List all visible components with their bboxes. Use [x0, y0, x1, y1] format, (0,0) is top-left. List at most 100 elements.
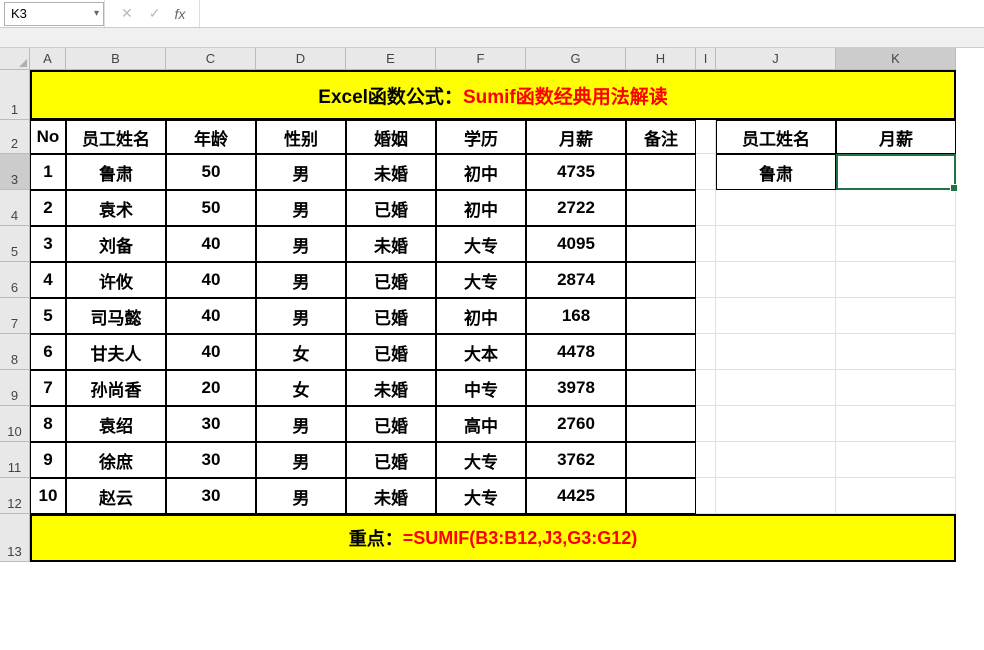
header-gender[interactable]: 性别 — [256, 120, 346, 154]
cell-I10[interactable] — [696, 406, 716, 442]
cell-remark[interactable] — [626, 298, 696, 334]
cell-K8[interactable] — [836, 334, 956, 370]
fx-icon[interactable]: fx — [168, 6, 191, 22]
cell-gender[interactable]: 男 — [256, 298, 346, 334]
cell-salary[interactable]: 3762 — [526, 442, 626, 478]
formula-input[interactable] — [199, 0, 984, 27]
cell-marriage[interactable]: 已婚 — [346, 442, 436, 478]
cell-age[interactable]: 50 — [166, 154, 256, 190]
name-box[interactable]: K3 ▾ — [4, 2, 104, 26]
cell-marriage[interactable]: 未婚 — [346, 370, 436, 406]
cell-education[interactable]: 初中 — [436, 298, 526, 334]
cell-I6[interactable] — [696, 262, 716, 298]
row-header-1[interactable]: 1 — [0, 70, 30, 120]
row-header-10[interactable]: 10 — [0, 406, 30, 442]
col-header-H[interactable]: H — [626, 48, 696, 70]
row-header-9[interactable]: 9 — [0, 370, 30, 406]
cell-J12[interactable] — [716, 478, 836, 514]
cell-age[interactable]: 40 — [166, 298, 256, 334]
cell-salary[interactable]: 2760 — [526, 406, 626, 442]
header-marriage[interactable]: 婚姻 — [346, 120, 436, 154]
col-header-D[interactable]: D — [256, 48, 346, 70]
cell-name[interactable]: 司马懿 — [66, 298, 166, 334]
col-header-C[interactable]: C — [166, 48, 256, 70]
cell-salary[interactable]: 4735 — [526, 154, 626, 190]
cell-education[interactable]: 初中 — [436, 190, 526, 226]
cell-J7[interactable] — [716, 298, 836, 334]
cell-J10[interactable] — [716, 406, 836, 442]
cell-name[interactable]: 孙尚香 — [66, 370, 166, 406]
cell-gender[interactable]: 女 — [256, 370, 346, 406]
cell-salary[interactable]: 4478 — [526, 334, 626, 370]
cell-gender[interactable]: 男 — [256, 226, 346, 262]
cell-salary[interactable]: 2874 — [526, 262, 626, 298]
cell-education[interactable]: 初中 — [436, 154, 526, 190]
row-header-3[interactable]: 3 — [0, 154, 30, 190]
cell-gender[interactable]: 男 — [256, 154, 346, 190]
row-header-6[interactable]: 6 — [0, 262, 30, 298]
cell-K5[interactable] — [836, 226, 956, 262]
cell-remark[interactable] — [626, 226, 696, 262]
cell-name[interactable]: 甘夫人 — [66, 334, 166, 370]
cell-K11[interactable] — [836, 442, 956, 478]
cell-I12[interactable] — [696, 478, 716, 514]
cell-marriage[interactable]: 已婚 — [346, 190, 436, 226]
name-box-dropdown-icon[interactable]: ▾ — [94, 8, 99, 19]
cell-K7[interactable] — [836, 298, 956, 334]
cell-education[interactable]: 大专 — [436, 226, 526, 262]
cell-no[interactable]: 2 — [30, 190, 66, 226]
cell-marriage[interactable]: 未婚 — [346, 478, 436, 514]
cell-gender[interactable]: 男 — [256, 190, 346, 226]
cell-I3[interactable] — [696, 154, 716, 190]
cell-age[interactable]: 40 — [166, 226, 256, 262]
cell-I9[interactable] — [696, 370, 716, 406]
cell-I11[interactable] — [696, 442, 716, 478]
row-header-13[interactable]: 13 — [0, 514, 30, 562]
cell-I5[interactable] — [696, 226, 716, 262]
col-header-I[interactable]: I — [696, 48, 716, 70]
cell-J6[interactable] — [716, 262, 836, 298]
cell-education[interactable]: 大专 — [436, 478, 526, 514]
cell-no[interactable]: 10 — [30, 478, 66, 514]
header-no[interactable]: No — [30, 120, 66, 154]
cell-marriage[interactable]: 已婚 — [346, 334, 436, 370]
cell-age[interactable]: 40 — [166, 334, 256, 370]
cell-K9[interactable] — [836, 370, 956, 406]
col-header-J[interactable]: J — [716, 48, 836, 70]
row-header-8[interactable]: 8 — [0, 334, 30, 370]
cell-name[interactable]: 赵云 — [66, 478, 166, 514]
select-all-corner[interactable] — [0, 48, 30, 70]
row-header-11[interactable]: 11 — [0, 442, 30, 478]
cell-no[interactable]: 7 — [30, 370, 66, 406]
cell-salary[interactable]: 4095 — [526, 226, 626, 262]
cell-no[interactable]: 1 — [30, 154, 66, 190]
lookup-header-name[interactable]: 员工姓名 — [716, 120, 836, 154]
cell-name[interactable]: 袁绍 — [66, 406, 166, 442]
cell-K10[interactable] — [836, 406, 956, 442]
cell-I4[interactable] — [696, 190, 716, 226]
col-header-G[interactable]: G — [526, 48, 626, 70]
cell-name[interactable]: 刘备 — [66, 226, 166, 262]
header-remark[interactable]: 备注 — [626, 120, 696, 154]
cell-name[interactable]: 徐庶 — [66, 442, 166, 478]
cell-remark[interactable] — [626, 442, 696, 478]
cell-education[interactable]: 大专 — [436, 442, 526, 478]
cell-K12[interactable] — [836, 478, 956, 514]
cell-marriage[interactable]: 已婚 — [346, 406, 436, 442]
cell-salary[interactable]: 4425 — [526, 478, 626, 514]
row-header-12[interactable]: 12 — [0, 478, 30, 514]
col-header-F[interactable]: F — [436, 48, 526, 70]
cell-gender[interactable]: 男 — [256, 478, 346, 514]
cell-marriage[interactable]: 未婚 — [346, 226, 436, 262]
cell-age[interactable]: 40 — [166, 262, 256, 298]
title-cell[interactable]: Excel函数公式： Sumif函数经典用法解读 — [30, 70, 956, 120]
header-name[interactable]: 员工姓名 — [66, 120, 166, 154]
cell-marriage[interactable]: 已婚 — [346, 298, 436, 334]
cell-gender[interactable]: 男 — [256, 406, 346, 442]
cell-gender[interactable]: 男 — [256, 442, 346, 478]
cell-J4[interactable] — [716, 190, 836, 226]
lookup-name-value[interactable]: 鲁肃 — [716, 154, 836, 190]
cell-no[interactable]: 6 — [30, 334, 66, 370]
cell-I7[interactable] — [696, 298, 716, 334]
header-education[interactable]: 学历 — [436, 120, 526, 154]
